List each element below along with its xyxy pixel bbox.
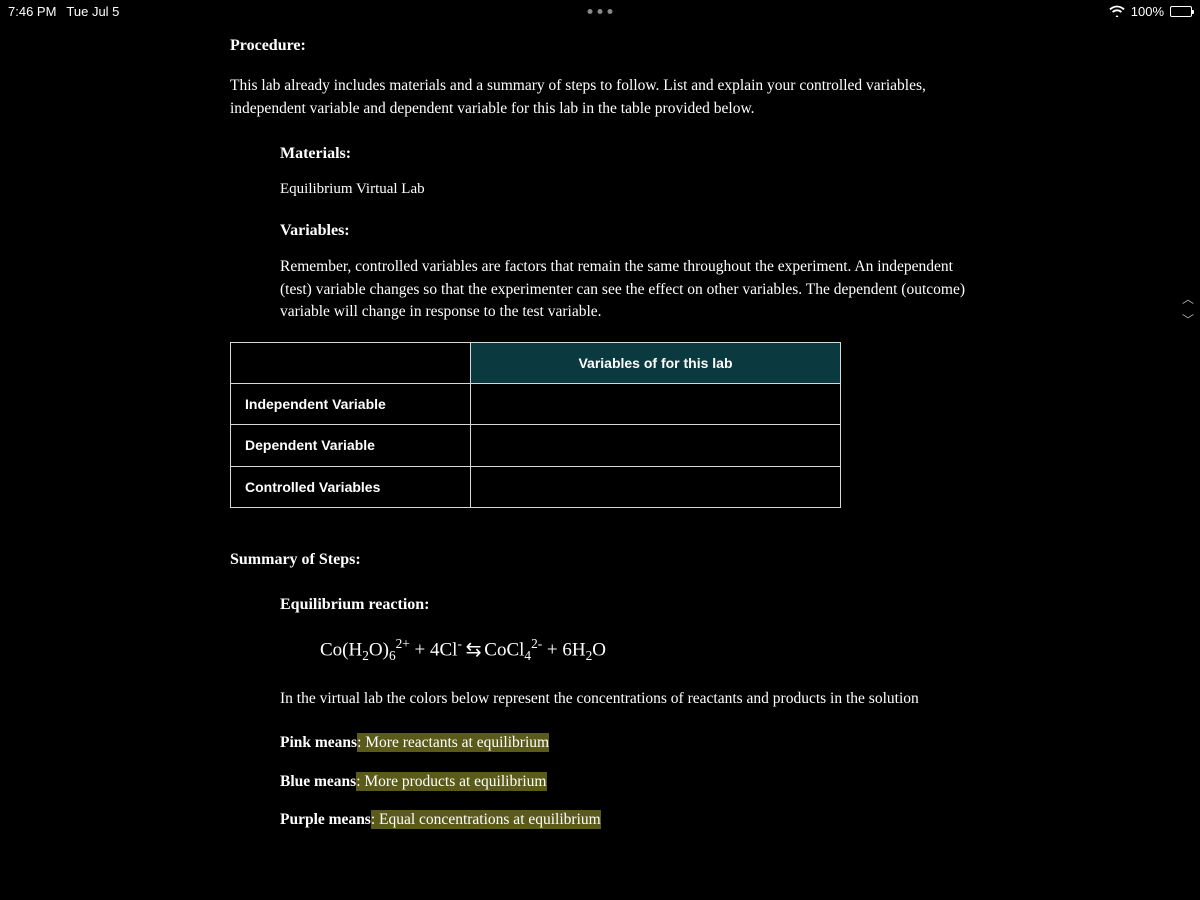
variables-text: Remember, controlled variables are facto… <box>280 256 970 323</box>
row-value[interactable] <box>471 383 841 424</box>
wifi-icon <box>1109 5 1125 17</box>
status-left: 7:46 PM Tue Jul 5 <box>8 4 119 19</box>
variables-heading: Variables: <box>280 219 970 242</box>
scroll-arrows[interactable]: ︿ ﹀ <box>1182 290 1194 328</box>
table-row: Dependent Variable <box>231 425 841 466</box>
table-header-right: Variables of for this lab <box>471 342 841 383</box>
purple-highlight: : Equal concentrations at equilibrium <box>371 810 601 829</box>
row-label: Controlled Variables <box>231 466 471 507</box>
materials-heading: Materials: <box>280 142 970 165</box>
chevron-down-icon[interactable]: ﹀ <box>1182 311 1194 328</box>
status-bar: 7:46 PM Tue Jul 5 100% <box>0 0 1200 22</box>
row-label: Dependent Variable <box>231 425 471 466</box>
blue-label: Blue means <box>280 773 356 790</box>
equilibrium-heading: Equilibrium reaction: <box>280 593 970 616</box>
multitask-dots-icon[interactable] <box>588 9 613 14</box>
row-value[interactable] <box>471 425 841 466</box>
document-body: Procedure: This lab already includes mat… <box>0 22 1200 831</box>
pink-label: Pink means <box>280 734 357 751</box>
equation: Co(H2O)62+ + 4Cl- ⇆ CoCl42- + 6H2O <box>320 634 970 665</box>
materials-value: Equilibrium Virtual Lab <box>280 179 970 201</box>
blue-highlight: : More products at equilibrium <box>356 772 546 791</box>
status-time: 7:46 PM <box>8 4 56 19</box>
purple-label: Purple means <box>280 811 371 828</box>
row-value[interactable] <box>471 466 841 507</box>
variables-table: Variables of for this lab Independent Va… <box>230 342 841 508</box>
table-header-empty <box>231 342 471 383</box>
procedure-text: This lab already includes materials and … <box>230 75 970 120</box>
status-right: 100% <box>1109 4 1192 19</box>
chevron-up-icon[interactable]: ︿ <box>1182 290 1194 307</box>
purple-line: Purple means: Equal concentrations at eq… <box>280 809 970 831</box>
pink-line: Pink means: More reactants at equilibriu… <box>280 732 970 754</box>
procedure-heading: Procedure: <box>230 34 970 57</box>
battery-icon <box>1170 6 1192 17</box>
battery-percent: 100% <box>1131 4 1164 19</box>
table-row: Independent Variable <box>231 383 841 424</box>
summary-heading: Summary of Steps: <box>230 548 970 571</box>
row-label: Independent Variable <box>231 383 471 424</box>
blue-line: Blue means: More products at equilibrium <box>280 771 970 793</box>
table-header-row: Variables of for this lab <box>231 342 841 383</box>
table-row: Controlled Variables <box>231 466 841 507</box>
colors-intro: In the virtual lab the colors below repr… <box>280 688 970 710</box>
status-date: Tue Jul 5 <box>66 4 119 19</box>
pink-highlight: : More reactants at equilibrium <box>357 733 549 752</box>
